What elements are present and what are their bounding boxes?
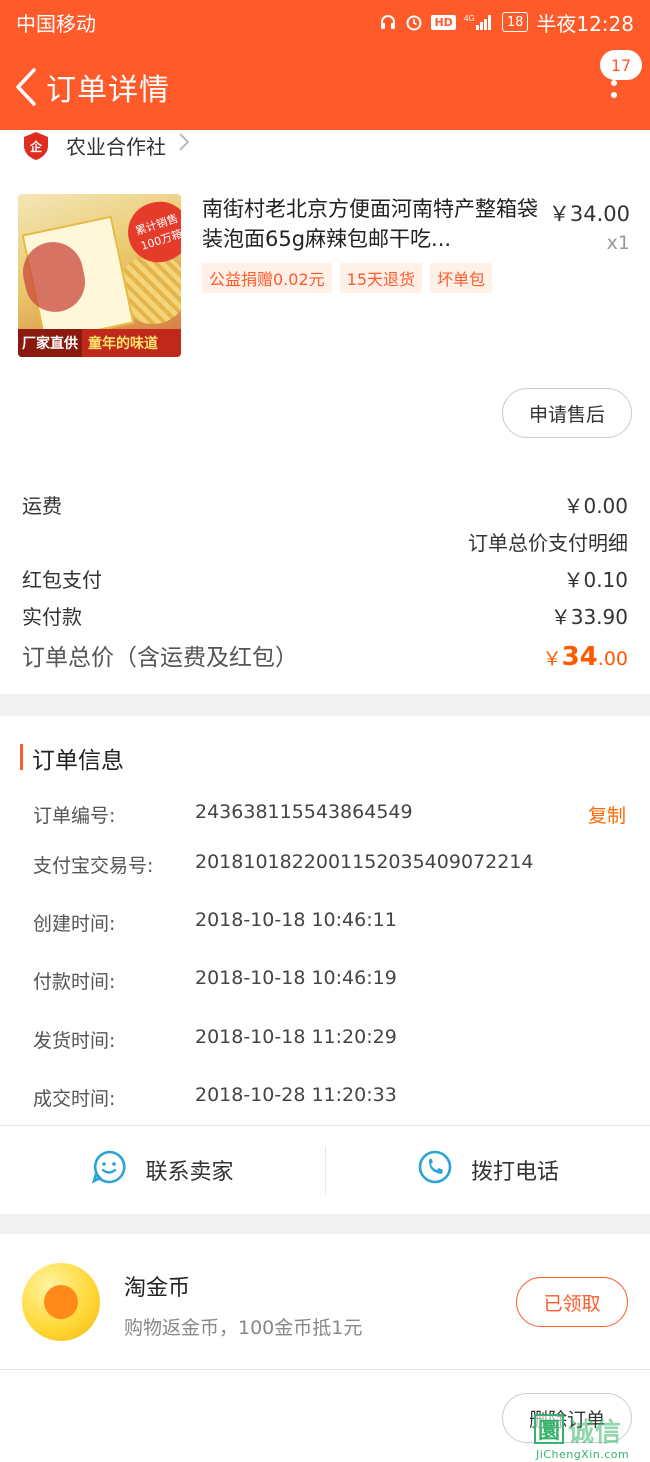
header-bar: 订单详情 17: [0, 44, 650, 130]
watermark-text: 诚信: [568, 1418, 623, 1448]
phone-icon: [417, 1149, 453, 1191]
redpacket-row: 红包支付 ￥0.10: [22, 564, 628, 593]
call-button[interactable]: 拨打电话: [326, 1126, 650, 1214]
section-gap: [0, 694, 650, 716]
watermark-logo: 圜: [534, 1414, 564, 1444]
shipping-value: ￥0.00: [563, 494, 628, 518]
shipping-label: 运费: [22, 494, 62, 518]
claimed-button[interactable]: 已领取: [516, 1277, 628, 1327]
after-sale-button[interactable]: 申请售后: [502, 388, 632, 438]
tag-return: 15天退货: [339, 263, 423, 293]
copy-button[interactable]: 复制: [588, 801, 626, 828]
total-value: ￥34.00: [542, 642, 628, 672]
shop-row[interactable]: 企 农业合作社: [0, 130, 650, 160]
signal-icon: 4G: [464, 13, 494, 31]
back-arrow-icon[interactable]: [6, 44, 46, 130]
shop-name: 农业合作社: [66, 134, 166, 159]
thumbnail-banner: 厂家直供 童年的味道: [18, 329, 181, 357]
contact-seller-label: 联系卖家: [145, 1160, 234, 1185]
info-row-order-number: 订单编号: 243638115543864549: [33, 801, 413, 827]
info-row-completed: 成交时间: 2018-10-28 11:20:33: [33, 1084, 397, 1110]
clock-label: 半夜12:28: [536, 11, 634, 36]
sales-badge: 累计销售100万箱: [120, 194, 181, 271]
payment-detail-row: 订单总价支付明细: [22, 527, 628, 556]
more-menu-icon[interactable]: [608, 78, 620, 118]
status-bar: 中国移动 HD 4G 18 半夜12:28: [0, 0, 650, 44]
chevron-right-icon: [178, 132, 190, 158]
paid-row: 实付款 ￥33.90: [22, 601, 628, 630]
info-row-alipay-number: 支付宝交易号: 2018101822001152035409072214: [33, 851, 534, 877]
message-count-badge[interactable]: 17: [600, 50, 642, 80]
info-row-created: 创建时间: 2018-10-18 10:46:11: [33, 909, 397, 935]
paid-value: ￥33.90: [550, 605, 628, 629]
svg-text:企: 企: [29, 139, 43, 154]
order-info-title: 订单信息: [32, 748, 124, 774]
watermark-url: JiChengXin.com: [536, 1448, 630, 1461]
tag-broken-package: 坏单包: [430, 263, 493, 293]
payment-detail-link[interactable]: 订单总价支付明细: [468, 527, 628, 556]
paid-label: 实付款: [22, 605, 82, 629]
contact-seller-button[interactable]: 联系卖家: [0, 1126, 325, 1214]
info-row-shipped: 发货时间: 2018-10-18 11:20:29: [33, 1026, 397, 1052]
shop-badge-icon: 企: [22, 131, 50, 160]
headphone-icon: [379, 13, 397, 31]
gold-coin-icon: [22, 1263, 100, 1341]
product-quantity: x1: [606, 232, 630, 254]
hd-icon: HD: [431, 14, 456, 30]
total-label: 订单总价（含运费及红包）: [22, 645, 298, 671]
info-row-paid: 付款时间: 2018-10-18 10:46:19: [33, 967, 397, 993]
coin-title: 淘金币: [124, 1276, 191, 1301]
coin-subtitle: 购物返金币，100金币抵1元: [124, 1317, 363, 1339]
tag-donation: 公益捐赠0.02元: [202, 263, 332, 293]
shipping-row: 运费 ￥0.00: [22, 490, 628, 519]
divider: [0, 1369, 650, 1370]
section-gap: [0, 1214, 650, 1234]
product-tags: 公益捐赠0.02元 15天退货 坏单包: [202, 263, 493, 293]
product-title[interactable]: 南街村老北京方便面河南特产整箱袋装泡面65g麻辣包邮干吃...: [202, 194, 538, 254]
call-label: 拨打电话: [470, 1160, 559, 1185]
section-accent-bar: [20, 744, 23, 770]
product-price: ￥34.00: [548, 202, 630, 226]
page-title: 订单详情: [46, 73, 170, 108]
battery-icon: 18: [501, 12, 529, 32]
product-thumbnail[interactable]: 累计销售100万箱 厂家直供 童年的味道: [18, 194, 181, 357]
order-detail-page: 中国移动 HD 4G 18 半夜12:28 订单详情 17 企 农业合作社 累计…: [0, 0, 650, 1462]
chat-smile-icon: [91, 1149, 127, 1191]
total-row: 订单总价（含运费及红包） ￥34.00: [22, 638, 628, 672]
carrier-label: 中国移动: [16, 11, 96, 36]
redpacket-value: ￥0.10: [563, 568, 628, 592]
status-icons: HD 4G 18 半夜12:28: [379, 8, 634, 37]
watermark: 圜 诚信 JiChengXin.com: [534, 1410, 650, 1462]
svg-text:4G: 4G: [464, 14, 475, 23]
coin-face-icon: [44, 1285, 78, 1319]
redpacket-label: 红包支付: [22, 568, 102, 592]
alarm-icon: [405, 13, 423, 31]
